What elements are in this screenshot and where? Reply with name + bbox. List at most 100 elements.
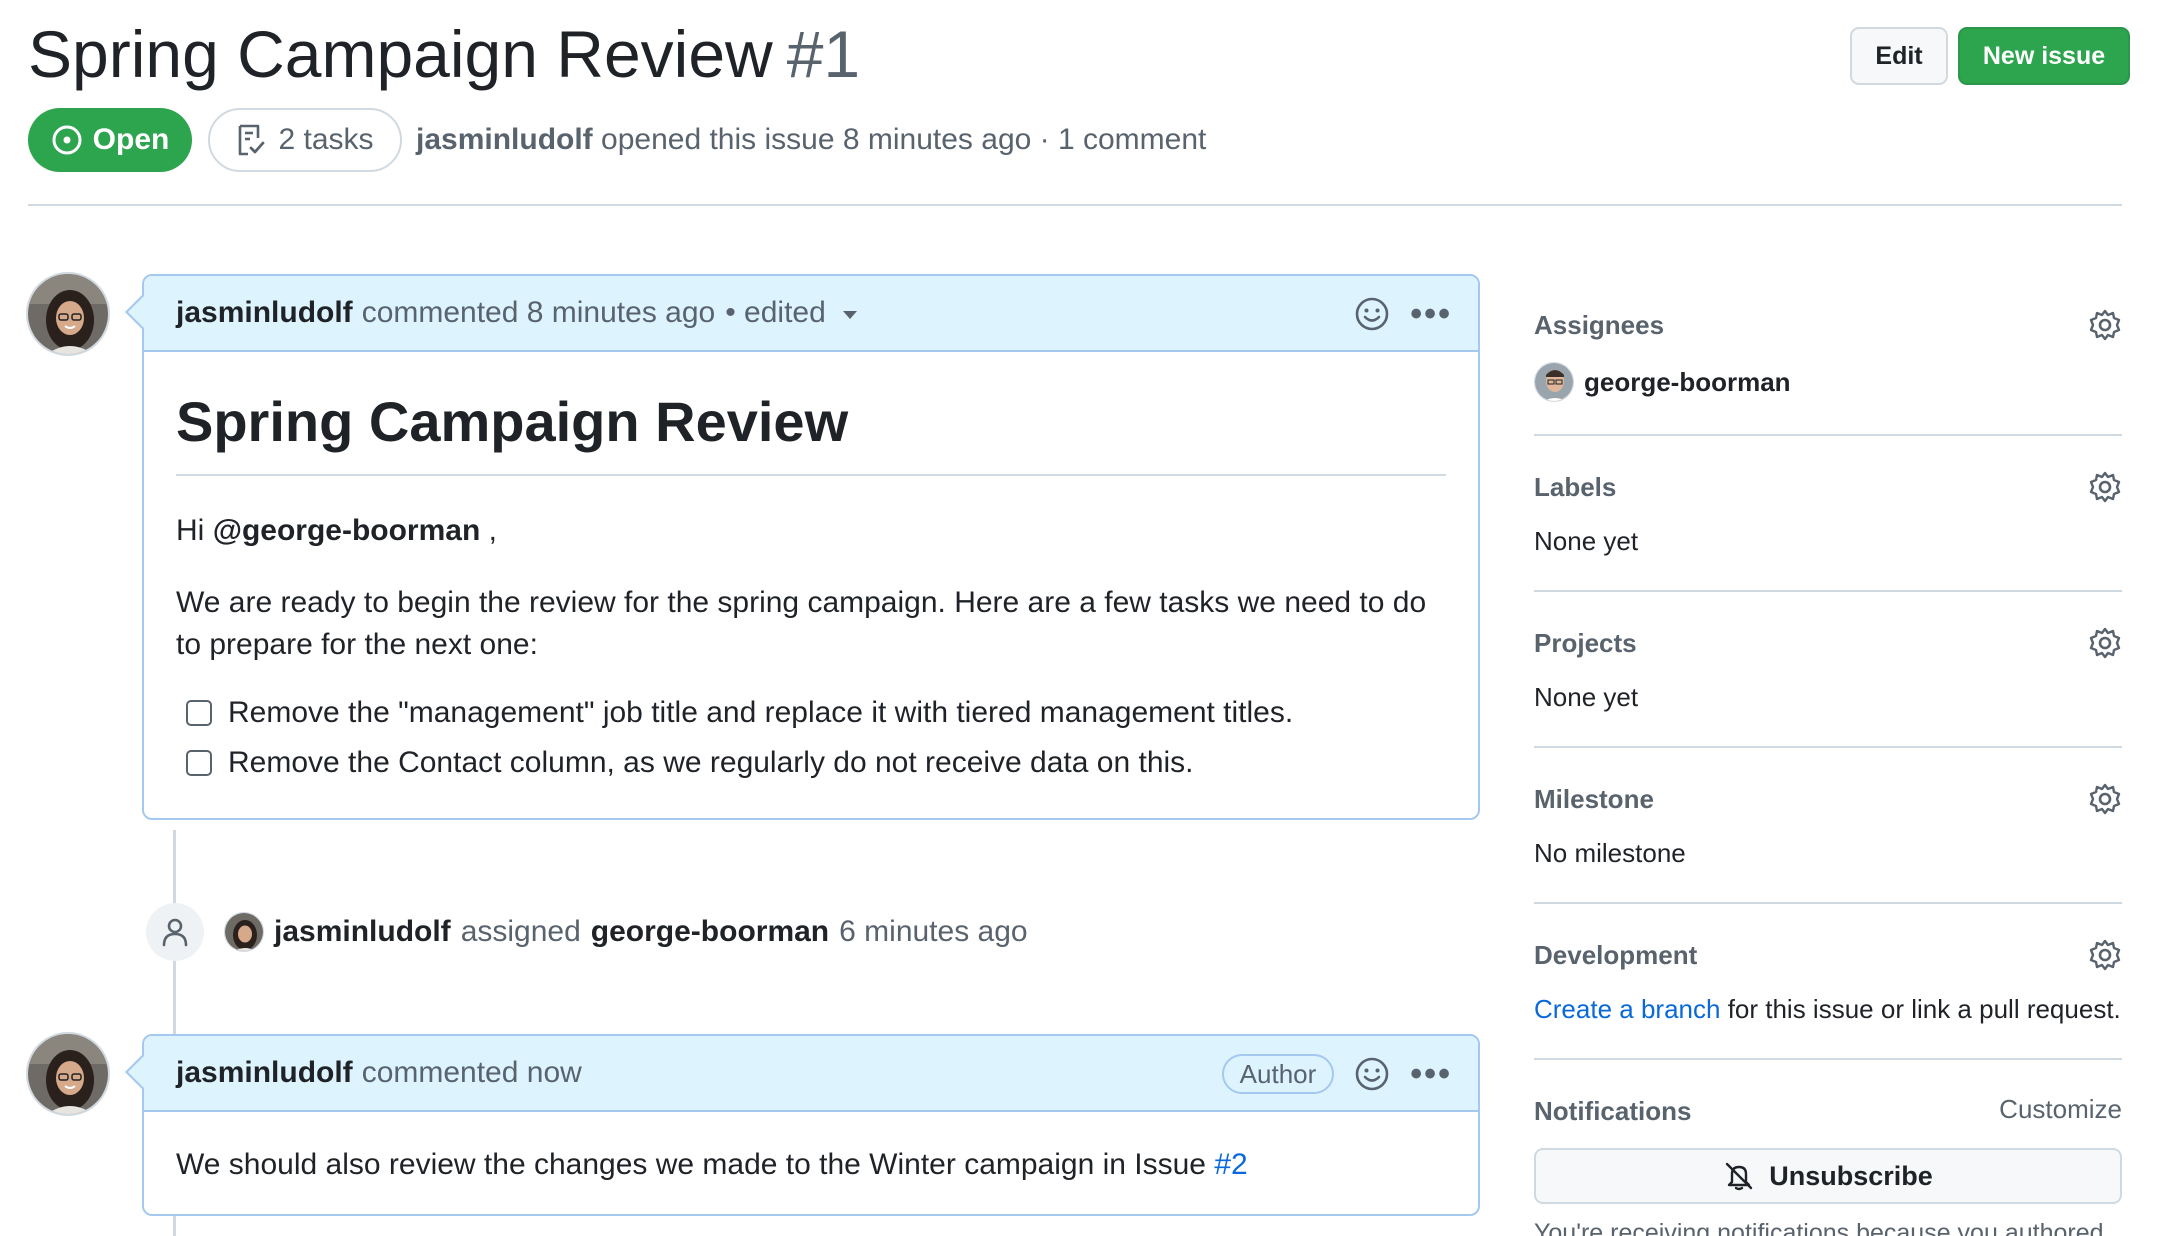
issue-open-icon (52, 125, 82, 155)
gear-icon[interactable] (2088, 938, 2122, 972)
unsubscribe-button[interactable]: Unsubscribe (1534, 1148, 2122, 1204)
avatar[interactable] (224, 912, 264, 952)
person-icon (162, 918, 188, 947)
user-avatar-image (225, 913, 263, 951)
event-target[interactable]: george-boorman (591, 912, 829, 952)
tasks-count: 2 tasks (278, 123, 374, 156)
sidebar-divider (1534, 902, 2122, 904)
gear-icon[interactable] (2088, 470, 2122, 504)
issue-title: Spring Campaign Review #1 (28, 14, 860, 94)
comment-card: jasminludolf commented 8 minutes ago • e… (125, 274, 1480, 820)
avatar[interactable] (26, 272, 110, 356)
projects-title[interactable]: Projects (1534, 626, 2122, 660)
comment-paragraph: We are ready to begin the review for the… (176, 586, 1427, 661)
labels-title[interactable]: Labels (1534, 470, 2122, 504)
tasks-badge[interactable]: 2 tasks (208, 108, 402, 172)
sidebar-notifications: Notifications Customize Unsubscribe You'… (1534, 1094, 2122, 1236)
sidebar-assignees: Assignees george-boorman (1534, 308, 2122, 402)
task-text: Remove the Contact column, as we regular… (228, 746, 1194, 779)
comment-pointer (125, 295, 159, 329)
header-divider (28, 204, 2122, 206)
comment-body: Spring Campaign Review Hi @george-boorma… (144, 352, 1478, 818)
gear-icon[interactable] (2088, 626, 2122, 660)
create-branch-link[interactable]: Create a branch (1534, 994, 1720, 1024)
bell-slash-icon (1726, 1162, 1753, 1191)
sidebar-projects: Projects None yet (1534, 626, 2122, 714)
greeting-prefix: Hi (176, 514, 205, 547)
edited-indicator[interactable]: • edited (725, 296, 826, 330)
tasklist-icon (239, 124, 265, 156)
task-text: Remove the "management" job title and re… (228, 696, 1294, 729)
event-badge (146, 903, 204, 961)
development-title[interactable]: Development (1534, 938, 2122, 972)
comment-timestamp[interactable]: commented 8 minutes ago (362, 296, 716, 330)
comment-greeting: Hi @george-boorman , (176, 510, 1446, 552)
user-mention[interactable]: @george-boorman (213, 514, 481, 547)
projects-value: None yet (1534, 682, 1639, 712)
issue-meta-text: opened this issue 8 minutes ago · 1 comm… (601, 123, 1207, 156)
notification-reason: You're receiving notifications because y… (1534, 1219, 2104, 1236)
sidebar-divider (1534, 434, 2122, 436)
sidebar-divider (1534, 1058, 2122, 1060)
issue-number: #1 (786, 17, 861, 91)
new-issue-button[interactable]: New issue (1958, 27, 2130, 85)
assign-event: jasminludolf assigned george-boorman 6 m… (224, 912, 1028, 952)
milestone-title[interactable]: Milestone (1534, 782, 2122, 816)
issue-state-badge: Open (28, 108, 192, 172)
comment-actions: Author ••• (1221, 1036, 1452, 1112)
sidebar-labels: Labels None yet (1534, 470, 2122, 558)
issue-author-link[interactable]: jasminludolf (416, 123, 593, 156)
issue-page: Spring Campaign Review #1 Edit New issue … (0, 0, 2160, 1236)
issue-title-text: Spring Campaign Review (28, 17, 773, 91)
author-badge: Author (1221, 1054, 1335, 1094)
labels-value: None yet (1534, 526, 1639, 556)
comment-card: jasminludolf commented now Author ••• We… (125, 1034, 1480, 1216)
event-verb: assigned (460, 915, 581, 948)
issue-meta: jasminludolf opened this issue 8 minutes… (416, 120, 1206, 160)
sidebar-divider (1534, 746, 2122, 748)
gear-icon[interactable] (2088, 308, 2122, 342)
comment-header: jasminludolf commented 8 minutes ago • e… (125, 276, 1478, 352)
comment-author[interactable]: jasminludolf (176, 1056, 353, 1090)
avatar (1534, 362, 1574, 402)
task-item: Remove the "management" job title and re… (186, 688, 1446, 738)
assignee-name: george-boorman (1584, 366, 1791, 397)
comment-actions: ••• (1354, 276, 1452, 352)
event-time[interactable]: 6 minutes ago (839, 912, 1027, 952)
assignee-item[interactable]: george-boorman (1534, 362, 2122, 402)
triangle-down-icon[interactable] (842, 310, 858, 320)
greeting-suffix: , (488, 514, 497, 547)
comment-heading: Spring Campaign Review (176, 390, 1446, 476)
customize-link[interactable]: Customize (1999, 1094, 2122, 1125)
sidebar-divider (1534, 590, 2122, 592)
comment-text: We should also review the changes we mad… (176, 1148, 1206, 1181)
comment-body: We should also review the changes we mad… (144, 1112, 1478, 1214)
user-avatar-image (28, 1034, 108, 1114)
sidebar-development: Development Create a branch for this iss… (1534, 938, 2122, 1026)
comment-header: jasminludolf commented now Author ••• (125, 1036, 1478, 1112)
edit-button[interactable]: Edit (1850, 27, 1948, 85)
task-checkbox[interactable] (186, 700, 212, 726)
sidebar-milestone: Milestone No milestone (1534, 782, 2122, 870)
kebab-icon[interactable]: ••• (1410, 1055, 1452, 1094)
issue-link[interactable]: #2 (1214, 1148, 1247, 1181)
milestone-value: No milestone (1534, 838, 1686, 868)
issue-state-label: Open (92, 123, 170, 156)
smiley-icon[interactable] (1354, 296, 1390, 332)
task-item: Remove the Contact column, as we regular… (186, 738, 1446, 788)
development-value: Create a branch for this issue or link a… (1534, 992, 2122, 1026)
comment-pointer (125, 1055, 159, 1089)
assignees-title[interactable]: Assignees (1534, 308, 2122, 342)
event-actor[interactable]: jasminludolf (274, 912, 451, 952)
smiley-icon[interactable] (1354, 1056, 1390, 1092)
gear-icon[interactable] (2088, 782, 2122, 816)
unsubscribe-label: Unsubscribe (1769, 1160, 1933, 1191)
avatar[interactable] (26, 1032, 110, 1116)
task-checkbox[interactable] (186, 750, 212, 776)
development-text: for this issue or link a pull request. (1727, 994, 2121, 1024)
comment-timestamp[interactable]: commented now (362, 1056, 582, 1090)
comment-author[interactable]: jasminludolf (176, 296, 353, 330)
kebab-icon[interactable]: ••• (1410, 295, 1452, 334)
user-avatar-image (1535, 363, 1573, 401)
user-avatar-image (28, 274, 108, 354)
